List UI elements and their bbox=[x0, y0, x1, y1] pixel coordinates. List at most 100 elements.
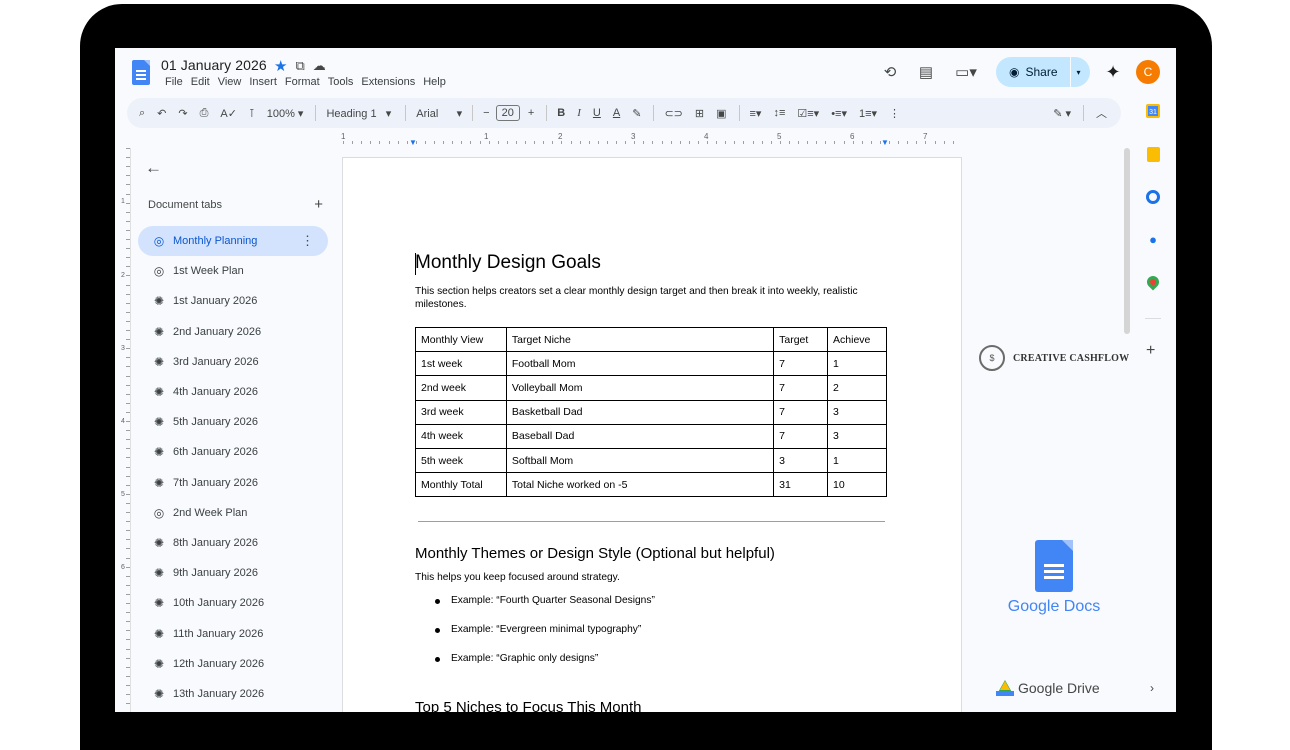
paint-format-icon[interactable]: ⊺ bbox=[249, 107, 255, 120]
comments-icon[interactable]: ▤ bbox=[912, 58, 940, 86]
table-header-cell[interactable]: Monthly View bbox=[415, 326, 507, 353]
list-item[interactable]: Example: “Evergreen minimal typography” bbox=[415, 624, 655, 653]
table-cell[interactable]: Total Niche worked on -5 bbox=[505, 472, 775, 498]
document-page[interactable]: Monthly Design Goals This section helps … bbox=[342, 157, 962, 712]
tab-item[interactable]: ✺ 12th January 2026 bbox=[138, 649, 328, 679]
table-cell[interactable]: Baseball Dad bbox=[505, 423, 775, 449]
line-spacing-icon[interactable]: ↕≡ bbox=[773, 107, 785, 119]
table-cell[interactable]: 7 bbox=[773, 423, 829, 449]
themes-heading[interactable]: Monthly Themes or Design Style (Optional… bbox=[415, 545, 775, 562]
table-header-cell[interactable]: Target Niche bbox=[505, 326, 775, 353]
document-title[interactable]: 01 January 2026 bbox=[161, 57, 267, 73]
keep-icon[interactable] bbox=[1146, 147, 1160, 162]
bullet-list-icon[interactable]: •≡▾ bbox=[831, 107, 847, 120]
table-cell[interactable]: 7 bbox=[773, 375, 829, 401]
checklist-icon[interactable]: ☑≡▾ bbox=[797, 107, 819, 120]
redo-icon[interactable]: ↷ bbox=[178, 107, 187, 120]
docs-logo-icon[interactable] bbox=[132, 60, 150, 85]
tab-item[interactable]: ◎ Monthly Planning ⋮ bbox=[138, 226, 328, 257]
table-cell[interactable]: 10 bbox=[827, 472, 887, 498]
calendar-icon[interactable]: 31 bbox=[1146, 104, 1160, 118]
table-cell[interactable]: 31 bbox=[773, 472, 829, 498]
table-cell[interactable]: 3 bbox=[773, 447, 829, 474]
table-cell[interactable]: 3rd week bbox=[415, 399, 507, 425]
table-cell[interactable]: Monthly Total bbox=[415, 472, 507, 498]
table-cell[interactable]: Softball Mom bbox=[505, 447, 775, 474]
table-cell[interactable]: 2nd week bbox=[415, 375, 507, 401]
tab-item[interactable]: ◎ 1st Week Plan bbox=[138, 256, 328, 286]
menu-file[interactable]: File bbox=[161, 76, 187, 88]
tab-item[interactable]: ◎ 2nd Week Plan bbox=[138, 498, 328, 528]
right-indent-marker-icon[interactable]: ▼ bbox=[881, 138, 889, 147]
cloud-saved-icon[interactable]: ☁ bbox=[313, 58, 326, 74]
font-size-input[interactable]: 20 bbox=[495, 105, 520, 121]
table-cell[interactable]: 7 bbox=[773, 351, 829, 377]
menu-insert[interactable]: Insert bbox=[245, 76, 281, 88]
page-heading[interactable]: Monthly Design Goals bbox=[415, 252, 601, 274]
menu-edit[interactable]: Edit bbox=[187, 76, 214, 88]
niches-heading[interactable]: Top 5 Niches to Focus This Month bbox=[415, 699, 642, 712]
bold-icon[interactable]: B bbox=[557, 107, 565, 119]
intro-paragraph[interactable]: This section helps creators set a clear … bbox=[415, 285, 875, 311]
meet-icon[interactable]: ▭▾ bbox=[948, 58, 984, 86]
maps-icon[interactable] bbox=[1144, 273, 1162, 291]
table-cell[interactable]: 4th week bbox=[415, 423, 507, 449]
table-cell[interactable]: 1 bbox=[827, 351, 887, 377]
version-history-icon[interactable]: ⟲ bbox=[876, 58, 904, 86]
themes-intro[interactable]: This helps you keep focused around strat… bbox=[415, 572, 620, 583]
back-arrow-icon[interactable]: ← bbox=[145, 158, 162, 178]
move-folder-icon[interactable]: ⧉ bbox=[295, 58, 304, 74]
edit-mode-icon[interactable]: ✎ ▾ bbox=[1053, 107, 1071, 120]
table-cell[interactable]: 2 bbox=[827, 375, 887, 401]
gemini-icon[interactable]: ✦ bbox=[1102, 62, 1124, 83]
get-addons-icon[interactable]: + bbox=[1146, 342, 1155, 360]
table-cell[interactable]: 1st week bbox=[415, 351, 507, 377]
tab-item[interactable]: ✺ 6th January 2026 bbox=[138, 437, 328, 467]
tab-item[interactable]: ✺ 3rd January 2026 bbox=[138, 347, 328, 377]
menu-view[interactable]: View bbox=[214, 76, 246, 88]
scrollbar[interactable] bbox=[1124, 148, 1130, 334]
goals-table[interactable]: Monthly View Target Niche Target Achieve 1st… bbox=[415, 326, 887, 498]
table-cell[interactable]: 1 bbox=[827, 447, 887, 474]
tab-item[interactable]: ✺ 11th January 2026 bbox=[138, 618, 328, 648]
list-item[interactable]: Example: “Fourth Quarter Seasonal Design… bbox=[415, 595, 655, 624]
image-icon[interactable]: ▣ bbox=[716, 107, 726, 120]
tab-item[interactable]: ✺ 5th January 2026 bbox=[138, 407, 328, 437]
zoom-select[interactable]: 100% ▾ bbox=[267, 107, 304, 120]
table-header-cell[interactable]: Achieve bbox=[827, 326, 887, 353]
table-cell[interactable]: 3 bbox=[827, 423, 887, 449]
contacts-icon[interactable]: ● bbox=[1147, 233, 1159, 247]
increase-font-size-icon[interactable]: + bbox=[528, 107, 534, 119]
table-cell[interactable]: Basketball Dad bbox=[505, 399, 775, 425]
table-cell[interactable]: 3 bbox=[827, 399, 887, 425]
undo-icon[interactable]: ↶ bbox=[157, 107, 166, 120]
star-icon[interactable]: ★ bbox=[274, 57, 287, 75]
share-dropdown-icon[interactable]: ▾ bbox=[1077, 68, 1081, 77]
avatar[interactable]: C bbox=[1136, 60, 1160, 84]
table-header-cell[interactable]: Target bbox=[773, 326, 829, 353]
table-cell[interactable]: Volleyball Mom bbox=[505, 375, 775, 401]
menu-format[interactable]: Format bbox=[281, 76, 324, 88]
tab-item[interactable]: ✺ 8th January 2026 bbox=[138, 528, 328, 558]
comment-icon[interactable]: ⊞ bbox=[695, 107, 704, 120]
underline-icon[interactable]: U bbox=[593, 107, 601, 119]
tab-item[interactable]: ✺ 10th January 2026 bbox=[138, 588, 328, 618]
highlight-icon[interactable]: ✎ bbox=[632, 107, 641, 120]
tab-item[interactable]: ✺ 1st January 2026 bbox=[138, 286, 328, 316]
spellcheck-icon[interactable]: A✓ bbox=[220, 107, 237, 120]
add-tab-button[interactable]: + bbox=[314, 196, 323, 213]
text-color-icon[interactable]: A bbox=[613, 107, 620, 119]
tab-item[interactable]: ✺ 2nd January 2026 bbox=[138, 317, 328, 347]
horizontal-ruler[interactable]: 1 ▼ 1 2 3 4 5 6 ▼ 7 bbox=[341, 132, 961, 147]
table-cell[interactable]: Football Mom bbox=[505, 351, 775, 377]
tab-item[interactable]: ✺ 9th January 2026 bbox=[138, 558, 328, 588]
collapse-icon[interactable]: ︿ bbox=[1096, 105, 1107, 121]
list-item[interactable]: Example: “Graphic only designs” bbox=[415, 653, 655, 682]
tab-item[interactable]: ✺ 4th January 2026 bbox=[138, 377, 328, 407]
chevron-right-icon[interactable]: › bbox=[1150, 681, 1154, 695]
menu-extensions[interactable]: Extensions bbox=[357, 76, 419, 88]
tab-more-icon[interactable]: ⋮ bbox=[301, 233, 314, 249]
menu-help[interactable]: Help bbox=[419, 76, 450, 88]
align-icon[interactable]: ≡▾ bbox=[750, 107, 762, 120]
style-select[interactable]: Heading 1 ▾ bbox=[326, 107, 391, 120]
